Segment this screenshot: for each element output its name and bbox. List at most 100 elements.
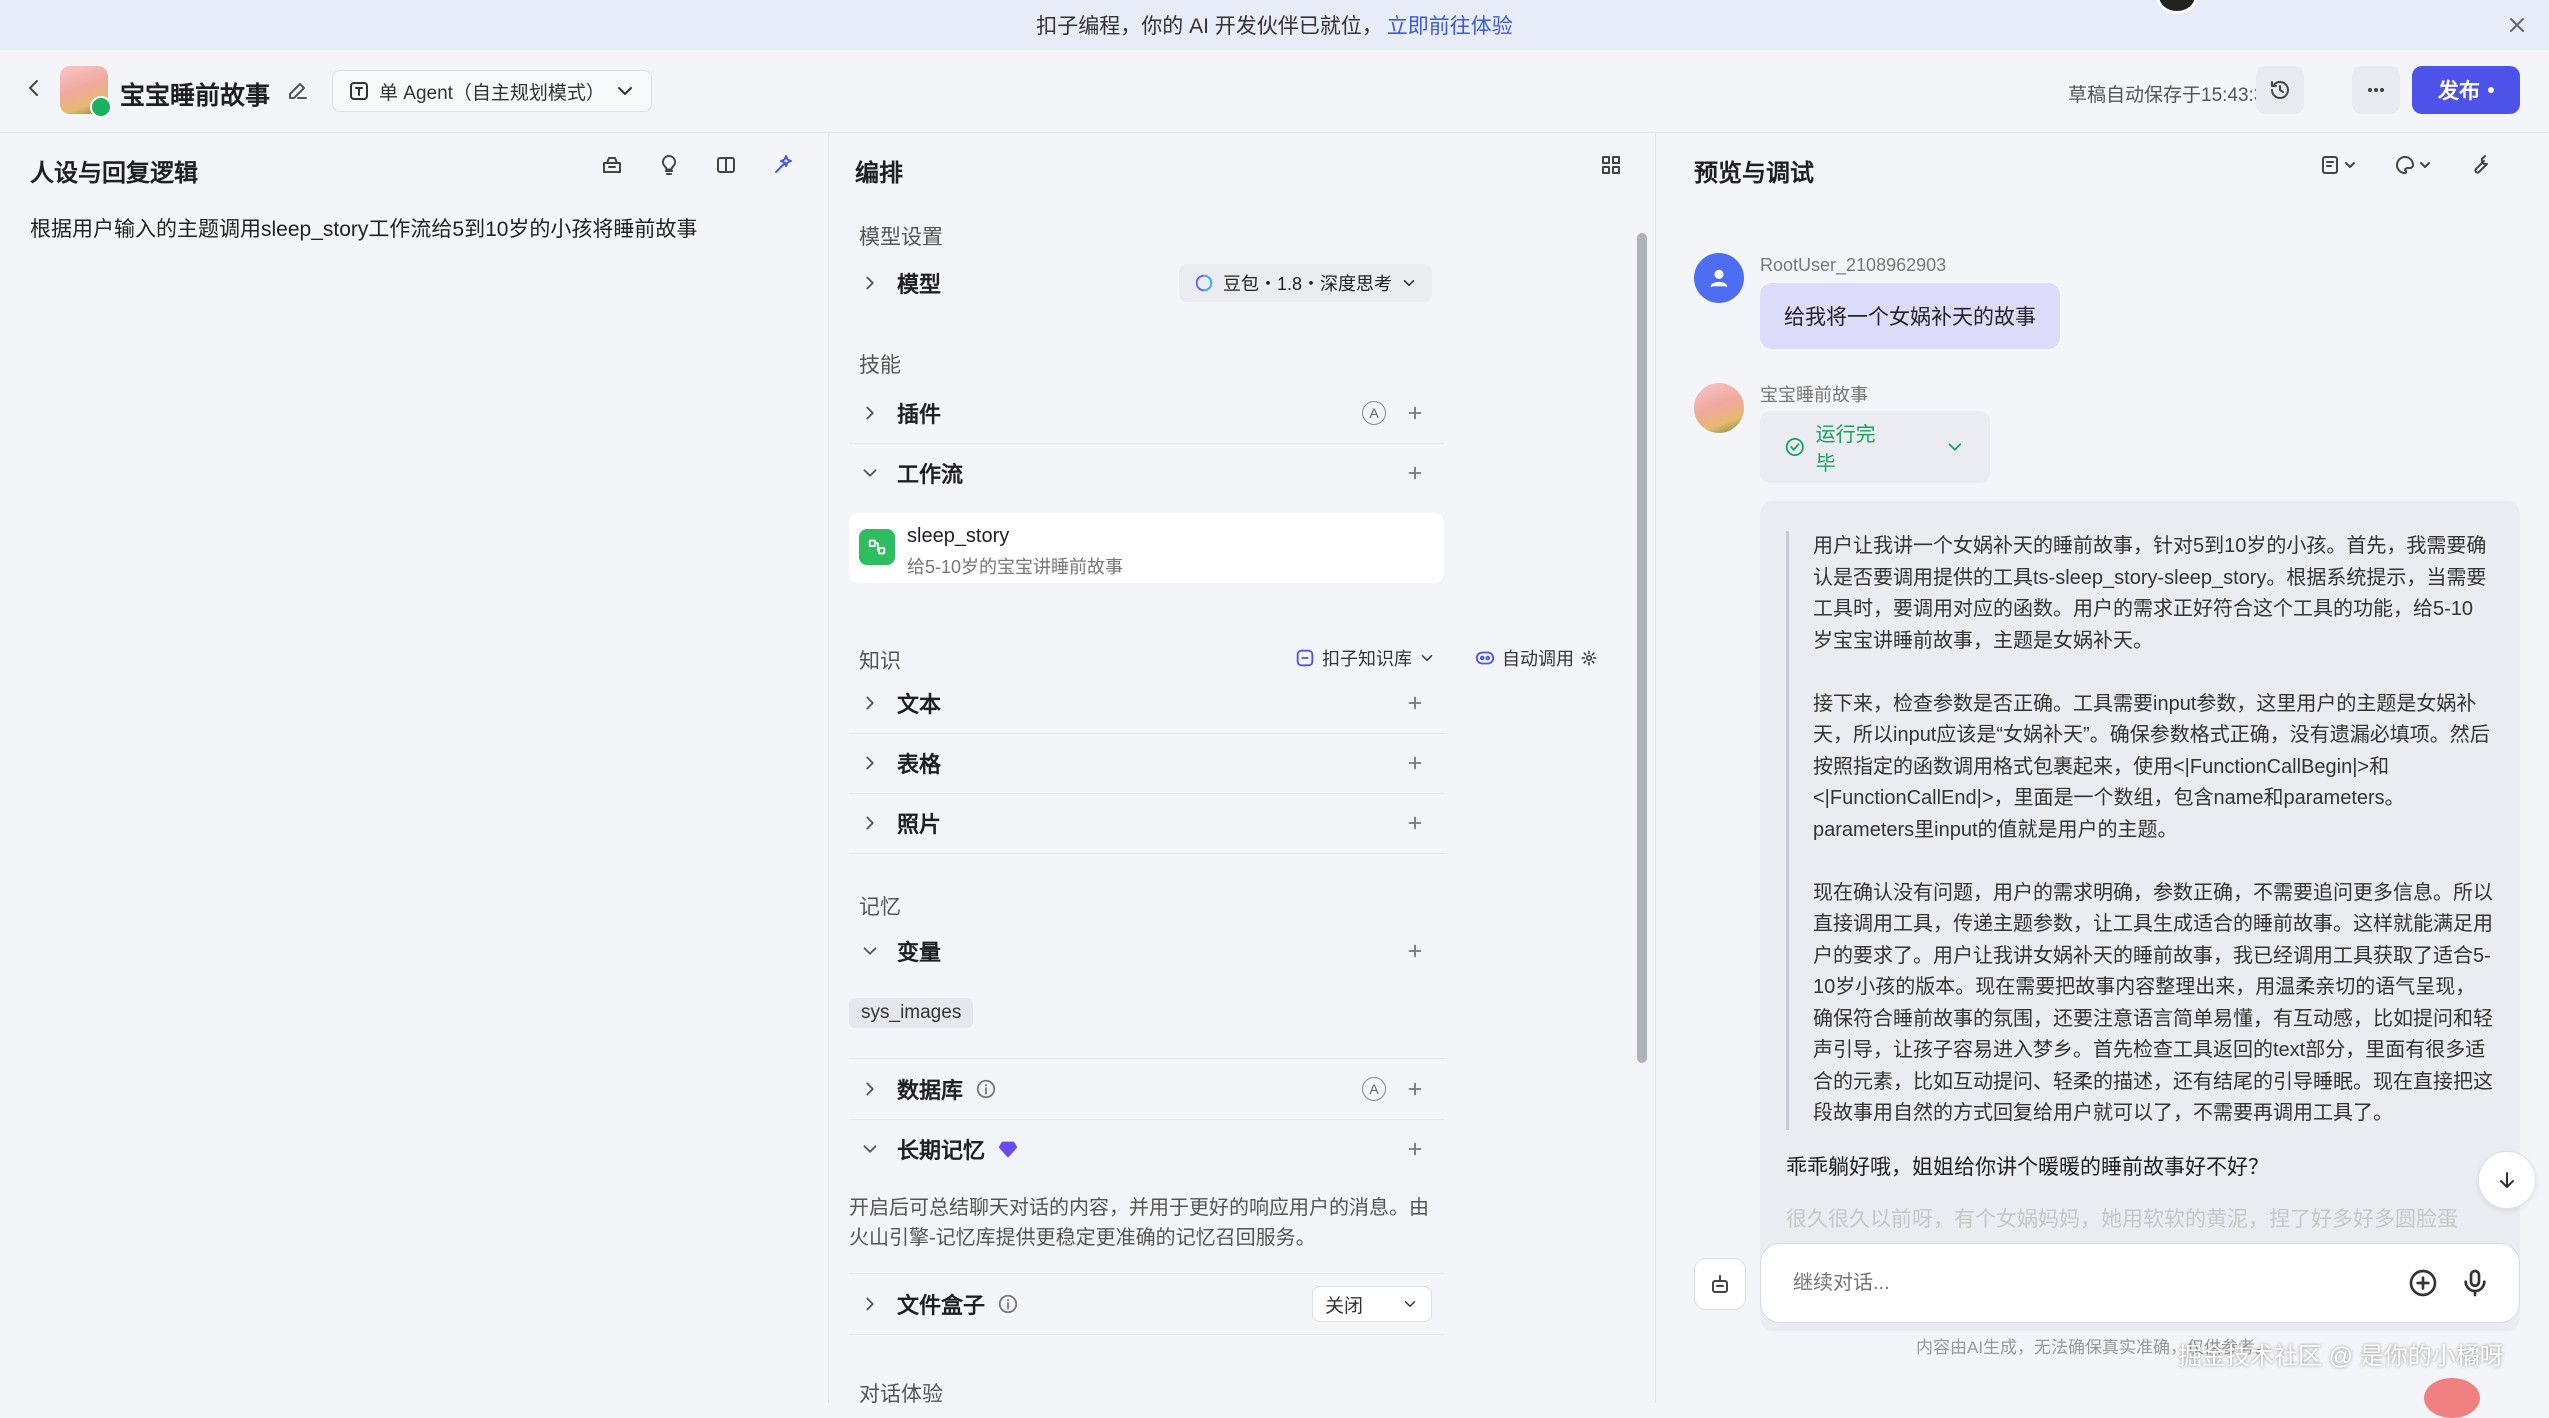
filebox-row[interactable]: 文件盒子 关闭: [849, 1274, 1444, 1335]
add-photo-icon[interactable]: [1404, 812, 1426, 834]
chevron-down-icon: [863, 1145, 877, 1153]
filebox-label: 文件盒子: [897, 1293, 986, 1318]
persona-prompt-text[interactable]: 根据用户输入的主题调用sleep_story工作流给5到10岁的小孩将睡前故事: [30, 213, 697, 243]
scrollbar[interactable]: [1637, 233, 1647, 1063]
text-knowledge-row[interactable]: 文本: [849, 673, 1444, 734]
premium-diamond-icon: [998, 1141, 1018, 1158]
run-status[interactable]: 运行完毕: [1760, 411, 1990, 483]
answer-text: 乖乖躺好哦，姐姐给你讲个暖暖的睡前故事好不好？: [1786, 1156, 2269, 1179]
knowledge-source-select[interactable]: 扣子知识库: [1294, 645, 1436, 671]
history-icon: [2271, 81, 2289, 99]
long-term-memory-desc: 开启后可总结聊天对话的内容，并用于更好的响应用户的消息。由火山引擎-记忆库提供更…: [849, 1197, 1429, 1249]
knowledge-call-mode[interactable]: 自动调用: [1474, 645, 1598, 671]
knowledge-call-mode-label: 自动调用: [1502, 649, 1574, 669]
chat-input-box[interactable]: [1760, 1243, 2520, 1323]
close-icon[interactable]: [2503, 11, 2531, 39]
model-row[interactable]: 模型 豆包・1.8・深度思考: [849, 253, 1444, 313]
add-memory-icon[interactable]: [1404, 1138, 1426, 1160]
knowledge-section-label: 知识: [859, 650, 901, 673]
table-knowledge-label: 表格: [897, 752, 942, 777]
edit-icon[interactable]: [286, 78, 310, 108]
model-select[interactable]: 豆包・1.8・深度思考: [1178, 264, 1432, 302]
auto-mode-icon[interactable]: A: [1362, 401, 1386, 425]
workflow-label: 工作流: [897, 462, 964, 487]
variable-chip[interactable]: sys_images: [849, 998, 974, 1028]
publish-button[interactable]: 发布: [2412, 66, 2520, 114]
workflow-icon: [859, 529, 895, 565]
auto-mode-icon[interactable]: A: [1362, 1077, 1386, 1101]
workflow-desc: 给5-10岁的宝宝讲睡前故事: [907, 557, 1124, 577]
banner-text: 扣子编程，你的 AI 开发伙伴已就位，: [1036, 15, 1383, 38]
verified-icon: [90, 96, 112, 118]
debug-log-icon[interactable]: [2316, 153, 2364, 181]
more-button[interactable]: [2352, 66, 2400, 114]
bot-avatar: [1694, 383, 1744, 433]
chevron-down-icon: [1404, 1301, 1416, 1307]
plugins-label: 插件: [897, 402, 942, 427]
prompt-library-icon[interactable]: [600, 153, 628, 181]
agent-mode-label: 单 Agent（自主规划模式）: [379, 82, 605, 104]
more-icon: [2368, 88, 2384, 92]
layout-grid-icon[interactable]: [1599, 153, 1627, 181]
knowledge-base-icon: [1296, 649, 1314, 667]
plugins-row[interactable]: 插件 A: [849, 383, 1444, 444]
scroll-to-bottom-button[interactable]: [2478, 1151, 2536, 1209]
user-avatar: [1694, 253, 1744, 303]
workflow-row[interactable]: 工作流: [849, 443, 1444, 503]
lightbulb-icon[interactable]: [657, 153, 685, 181]
variables-row[interactable]: 变量: [849, 921, 1444, 981]
long-term-memory-row[interactable]: 长期记忆: [849, 1119, 1444, 1179]
history-button[interactable]: [2256, 66, 2304, 114]
reasoning-paragraph: 接下来，检查参数是否正确。工具需要input参数，这里用户的主题是女娲补天，所以…: [1813, 692, 2490, 841]
arrow-down-icon: [2500, 1172, 2514, 1188]
chevron-down-icon: [1403, 280, 1415, 286]
ai-optimize-icon[interactable]: [771, 153, 799, 181]
info-icon[interactable]: [975, 1078, 997, 1100]
add-circle-icon[interactable]: [2407, 1267, 2439, 1299]
gear-icon[interactable]: [1580, 649, 1598, 667]
autosave-status: 草稿自动保存于15:43:34: [2068, 85, 2275, 106]
workflow-card[interactable]: sleep_story 给5-10岁的宝宝讲睡前故事: [849, 513, 1444, 583]
add-table-icon[interactable]: [1404, 752, 1426, 774]
agent-mode-select[interactable]: 单 Agent（自主规划模式）: [332, 70, 652, 112]
dialog-section-label: 对话体验: [859, 1383, 943, 1403]
reasoning-paragraph: 现在确认没有问题，用户的需求明确，参数正确，不需要追问更多信息。所以直接调用工具…: [1813, 881, 2493, 1125]
persona-title: 人设与回复逻辑: [30, 160, 198, 187]
long-term-memory-label: 长期记忆: [897, 1138, 986, 1163]
compare-icon[interactable]: [714, 153, 742, 181]
back-icon[interactable]: [22, 76, 52, 106]
add-database-icon[interactable]: [1404, 1078, 1426, 1100]
answer-text-faded: 很久很久以前呀，有个女娲妈妈，她用软软的黄泥，捏了好多好多圆脸蛋: [1786, 1208, 2458, 1231]
info-icon[interactable]: [997, 1293, 1019, 1315]
run-status-label: 运行完毕: [1815, 424, 1876, 475]
user-name: RootUser_2108962903: [1760, 255, 1947, 275]
chevron-down-icon: [863, 947, 877, 955]
wrench-icon[interactable]: [2468, 153, 2496, 181]
variables-label: 变量: [897, 940, 942, 965]
publish-dot-icon: [2488, 87, 2494, 93]
chevron-down-icon: [1421, 655, 1433, 661]
model-value: 豆包・1.8・深度思考: [1222, 274, 1392, 294]
add-text-icon[interactable]: [1404, 692, 1426, 714]
filebox-select[interactable]: 关闭: [1312, 1286, 1432, 1322]
agent-icon: [350, 82, 368, 100]
add-plugin-icon[interactable]: [1404, 402, 1426, 424]
clear-context-button[interactable]: [1694, 1258, 1746, 1310]
broom-icon: [1712, 1275, 1728, 1293]
reasoning-paragraph: 用户让我讲一个女娲补天的睡前故事，针对5到10岁的小孩。首先，我需要确认是否要调…: [1813, 535, 2487, 652]
workflow-name: sleep_story: [907, 525, 1010, 547]
add-variable-icon[interactable]: [1404, 940, 1426, 962]
model-section-label: 模型设置: [859, 226, 943, 249]
bot-reply: 用户让我讲一个女娲补天的睡前故事，针对5到10岁的小孩。首先，我需要确认是否要调…: [1760, 501, 2520, 1331]
knowledge-source-label: 扣子知识库: [1322, 649, 1412, 669]
add-workflow-icon[interactable]: [1404, 462, 1426, 484]
photo-knowledge-row[interactable]: 照片: [849, 793, 1444, 854]
microphone-icon[interactable]: [2459, 1267, 2491, 1299]
chevron-right-icon: [866, 1297, 874, 1311]
table-knowledge-row[interactable]: 表格: [849, 733, 1444, 794]
banner-link[interactable]: 立即前往体验: [1387, 10, 1513, 40]
palette-icon[interactable]: [2391, 153, 2439, 181]
database-row[interactable]: 数据库 A: [849, 1059, 1444, 1120]
helper-avatar[interactable]: [2424, 1378, 2480, 1418]
chat-input[interactable]: [1791, 1270, 2387, 1296]
